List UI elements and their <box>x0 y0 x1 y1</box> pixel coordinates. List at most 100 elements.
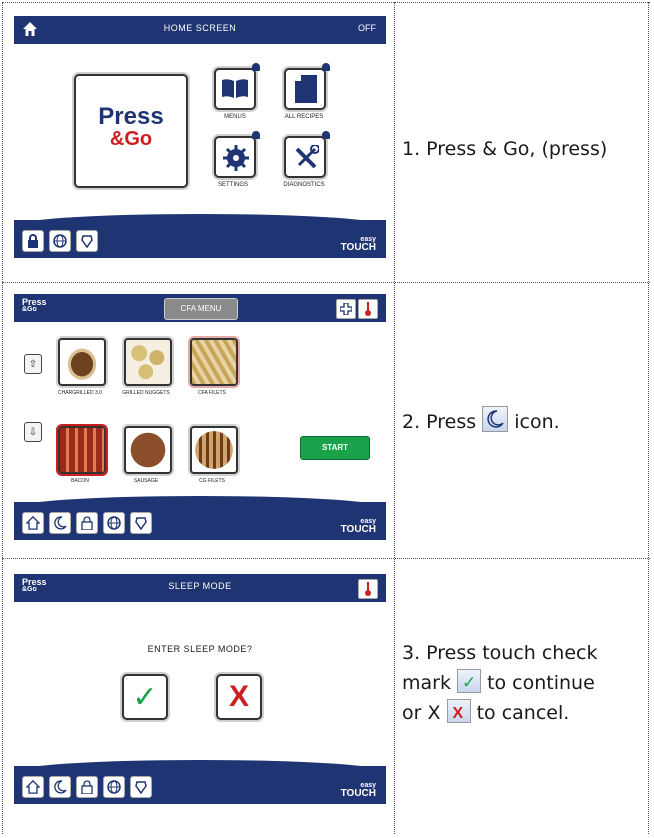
help-icon[interactable] <box>130 776 152 798</box>
press-go-line2: &Go <box>109 128 153 150</box>
settings-label: SETTINGS <box>217 182 248 188</box>
step-2-text: 2. Press icon. <box>402 406 560 437</box>
step-3-line3: or X X to cancel. <box>402 698 597 728</box>
step-3-orx: or X <box>402 702 441 724</box>
menus-label: MENUS <box>224 114 246 120</box>
home-icon[interactable] <box>22 512 44 534</box>
instruction-table: HOME SCREEN OFF Press &Go MENUS ALL RECI… <box>2 2 650 834</box>
touch-text: TOUCH <box>340 242 376 253</box>
cfa-menu-screen: Press &Go CFA MENU ⇧ ⇩ CHARGRILLED 3.0 G… <box>14 294 386 540</box>
easy-touch-logo: easy TOUCH <box>340 518 376 535</box>
cg-filets-item[interactable] <box>190 426 238 474</box>
lock-icon <box>322 131 330 139</box>
thermometer-icon[interactable] <box>358 299 378 319</box>
easy-touch-logo: easy TOUCH <box>340 782 376 799</box>
screen-title: SLEEP MODE <box>168 581 232 591</box>
bottom-bar: easy TOUCH <box>14 496 386 540</box>
cg-filets-label: CG FILETS <box>199 478 225 484</box>
home-icon[interactable] <box>22 776 44 798</box>
press-go-logo: Press &Go <box>22 298 47 314</box>
x-icon: X <box>228 680 249 713</box>
arrow-down-icon: ⇩ <box>28 426 38 438</box>
step-3-cancel: to cancel. <box>476 702 570 724</box>
all-recipes-label: ALL RECIPES <box>284 114 324 120</box>
status-off: OFF <box>358 23 376 33</box>
press-and-go-button[interactable]: Press &Go <box>74 74 188 188</box>
press-go-line1: Press <box>98 103 164 130</box>
cancel-x-button[interactable]: X <box>216 674 262 720</box>
cfa-filets-item[interactable] <box>190 338 238 386</box>
screen-title: HOME SCREEN <box>163 23 237 33</box>
globe-icon[interactable] <box>49 230 71 252</box>
help-icon[interactable] <box>76 230 98 252</box>
touch-text: TOUCH <box>340 788 376 799</box>
sausage-item[interactable] <box>124 426 172 474</box>
bottom-bar: easy TOUCH <box>14 214 386 258</box>
sausage-label: SAUSAGE <box>133 478 159 484</box>
settings-button[interactable] <box>214 131 260 178</box>
diagnostics-button[interactable] <box>284 131 330 178</box>
grilled-nuggets-label: GRILLED NUGGETS <box>122 390 170 396</box>
sleep-prompt: ENTER SLEEP MODE? <box>147 644 253 654</box>
home-screen: HOME SCREEN OFF Press &Go MENUS ALL RECI… <box>14 16 386 258</box>
cfa-menu-title: CFA MENU <box>164 298 238 320</box>
lock-icon[interactable] <box>76 512 98 534</box>
check-icon: ✓ <box>457 669 482 693</box>
thermometer-icon[interactable] <box>358 579 378 599</box>
document-icon <box>295 75 317 107</box>
diagnostics-label: DIAGNOSTICS <box>283 182 325 188</box>
moon-icon[interactable] <box>49 776 71 798</box>
step-3-line1: 3. Press touch check <box>402 642 598 664</box>
lock-icon <box>252 63 260 71</box>
lock-icon <box>252 131 260 139</box>
all-recipes-button[interactable] <box>284 63 330 110</box>
top-bar: Press &Go SLEEP MODE <box>14 574 386 602</box>
easy-touch-logo: easy TOUCH <box>340 236 376 253</box>
bottom-bar: easy TOUCH <box>14 760 386 804</box>
arrow-up-icon: ⇧ <box>28 358 38 370</box>
moon-icon[interactable] <box>49 512 71 534</box>
step-3-mark: mark <box>402 672 451 694</box>
moon-icon <box>482 406 509 432</box>
top-bar: Press &Go CFA MENU <box>14 294 386 322</box>
globe-icon[interactable] <box>103 512 125 534</box>
cfa-filets-label: CFA FILETS <box>198 390 226 396</box>
bacon-item[interactable] <box>58 426 106 474</box>
x-icon: X <box>446 699 471 723</box>
row-border <box>2 2 650 3</box>
touch-text: TOUCH <box>340 524 376 535</box>
table-border-left <box>2 2 3 834</box>
table-border-right <box>648 2 649 834</box>
step-3-text: 3. Press touch check mark ✓ to continue … <box>402 638 597 728</box>
chargrilled-label: CHARGRILLED 3.0 <box>58 390 102 396</box>
help-icon[interactable] <box>130 512 152 534</box>
brand-line2: &Go <box>22 306 37 313</box>
chargrilled-item[interactable] <box>58 338 106 386</box>
book-icon <box>221 78 249 104</box>
top-bar: HOME SCREEN OFF <box>14 16 386 44</box>
row-border <box>2 558 650 559</box>
start-button[interactable]: START <box>300 436 370 460</box>
step-2-prefix: 2. Press <box>402 411 477 433</box>
lock-icon <box>322 63 330 71</box>
scroll-down-button[interactable]: ⇩ <box>24 422 42 442</box>
grilled-nuggets-item[interactable] <box>124 338 172 386</box>
confirm-check-button[interactable]: ✓ <box>122 674 168 720</box>
lock-icon[interactable] <box>22 230 44 252</box>
menus-button[interactable] <box>214 63 260 110</box>
globe-icon[interactable] <box>103 776 125 798</box>
table-divider <box>394 2 395 834</box>
step-3-line2: mark ✓ to continue <box>402 668 597 698</box>
row-border <box>2 282 650 283</box>
tools-icon <box>293 144 320 175</box>
step-1-text: 1. Press & Go, (press) <box>402 138 608 160</box>
bacon-label: BACON <box>71 478 89 484</box>
scroll-up-button[interactable]: ⇧ <box>24 354 42 374</box>
add-icon[interactable] <box>336 299 356 319</box>
lock-icon[interactable] <box>76 776 98 798</box>
gear-icon <box>223 145 249 175</box>
check-icon: ✓ <box>132 679 158 715</box>
step-3-continue: to continue <box>487 672 595 694</box>
sleep-mode-screen: Press &Go SLEEP MODE ENTER SLEEP MODE? ✓… <box>14 574 386 804</box>
step-2-suffix: icon. <box>514 411 560 433</box>
